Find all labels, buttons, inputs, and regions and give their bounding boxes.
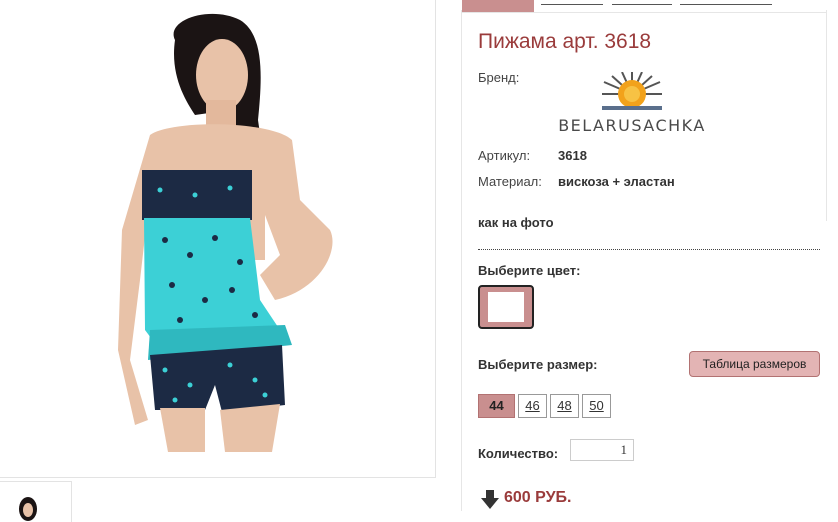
product-image[interactable] [0,0,436,478]
product-photo [0,0,435,477]
article-value: 3618 [558,148,587,163]
product-note: как на фото [478,215,554,230]
brand-logo[interactable]: BELARUSACHKA [556,72,708,138]
color-swatch[interactable] [478,285,534,329]
size-table-button[interactable]: Таблица размеров [689,351,820,377]
color-label: Выберите цвет: [478,263,581,278]
down-arrow-icon [481,490,499,509]
material-value: вискоза + эластан [558,174,675,189]
section-divider [478,249,820,250]
brand-label: Бренд: [478,70,520,85]
tabs-divider [462,12,826,13]
size-label: Выберите размер: [478,357,598,372]
material-label: Материал: [478,174,542,189]
size-option-44[interactable]: 44 [478,394,515,418]
tab[interactable] [612,0,672,5]
size-option-50[interactable]: 50 [582,394,611,418]
price: 600 РУБ. [504,489,572,506]
tab[interactable] [541,0,603,5]
size-option-48[interactable]: 48 [550,394,579,418]
quantity-input[interactable] [570,439,634,461]
product-thumbnail[interactable] [0,481,72,522]
size-option-46[interactable]: 46 [518,394,547,418]
thumbnail-photo [19,497,37,521]
details-panel-border [461,10,462,511]
color-swatch-inner [488,292,524,322]
article-label: Артикул: [478,148,531,163]
sun-icon [602,72,662,110]
page-title: Пижама арт. 3618 [478,30,652,53]
tab[interactable] [680,0,772,5]
tab-active[interactable] [462,0,534,12]
quantity-label: Количество: [478,446,559,461]
details-panel-right-border [826,10,827,221]
brand-name: BELARUSACHKA [558,116,706,135]
